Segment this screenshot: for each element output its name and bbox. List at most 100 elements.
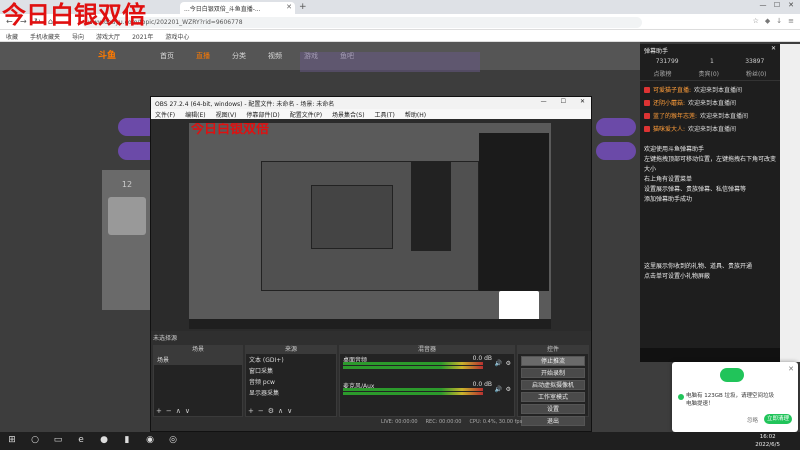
source-item[interactable]: 窗口采集 xyxy=(246,365,336,376)
tab-close-icon[interactable]: ✕ xyxy=(286,3,292,11)
list-item: 还阴小蘑菇: 欢迎来到本直播间 xyxy=(644,98,776,107)
down-icon[interactable]: ∨ xyxy=(185,407,190,415)
danmu-footer xyxy=(640,348,780,362)
status-dot-icon xyxy=(678,394,684,400)
site-nav-item[interactable]: 直播 xyxy=(196,51,210,61)
menu-item[interactable]: 配置文件(P) xyxy=(290,110,322,119)
danmu-assistant-panel: 弹幕助手 ✕ 731799 1 33897 点歌榜 贵宾(0) 粉丝(0) 可爱… xyxy=(640,44,780,362)
speaker-icon[interactable]: 🔊 xyxy=(495,386,502,393)
up-icon[interactable]: ∧ xyxy=(176,407,181,415)
nested-notify xyxy=(499,291,539,321)
url-input[interactable]: www.douyu.com/topic/202201_WZRY?rid=9606… xyxy=(82,17,642,28)
bookmark-item[interactable]: 游戏中心 xyxy=(165,32,189,41)
notification-text: 电脑有 123GB 垃圾，请理空间垃圾电脑提速！ xyxy=(686,393,775,407)
windows-start-icon[interactable]: ⊞ xyxy=(6,435,18,445)
wechat-icon[interactable]: ● xyxy=(98,435,110,445)
stop-streaming-button[interactable]: 停止推流 xyxy=(521,356,585,366)
close-icon[interactable]: ✕ xyxy=(788,365,794,373)
maximize-icon[interactable]: ☐ xyxy=(561,98,566,105)
close-icon[interactable]: ✕ xyxy=(786,1,796,9)
folder-icon[interactable]: ▮ xyxy=(121,435,133,445)
danmu-user[interactable]: 可爱猫子直播: xyxy=(653,85,691,94)
danmu-user[interactable]: 还阴小蘑菇: xyxy=(653,98,685,107)
minimize-icon[interactable]: — xyxy=(541,98,547,105)
browser-tab[interactable]: ...今日白银双倍_斗鱼直播-... ✕ xyxy=(180,2,295,14)
right-edge-panel xyxy=(780,44,800,362)
site-nav-item[interactable]: 视频 xyxy=(268,51,282,61)
obs-window-controls: — ☐ ✕ xyxy=(541,98,585,105)
site-nav-item[interactable]: 首页 xyxy=(160,51,174,61)
danmu-tab[interactable]: 粉丝(0) xyxy=(746,69,767,78)
remove-icon[interactable]: − xyxy=(166,407,172,415)
search-icon[interactable]: ○ xyxy=(29,435,41,445)
sources-dock: 来源 文本 (GDI+) 窗口采集 音频 pcw 显示器采集 + − ⚙ ∧ ∨ xyxy=(245,345,337,417)
extension-icon[interactable]: ◆ xyxy=(765,17,770,25)
remove-icon[interactable]: − xyxy=(258,407,264,415)
bookmark-item[interactable]: 手机收藏夹 xyxy=(30,32,60,41)
menu-icon[interactable]: ≡ xyxy=(788,17,794,25)
purple-button[interactable] xyxy=(596,142,636,160)
speaker-icon[interactable]: 🔊 xyxy=(495,360,502,367)
minimize-icon[interactable]: — xyxy=(758,1,768,9)
gear-icon[interactable]: ⚙ xyxy=(506,360,511,367)
up-icon[interactable]: ∧ xyxy=(278,407,283,415)
obs-status-bar: LIVE: 00:00:00 REC: 00:00:00 CPU: 0.4%, … xyxy=(381,419,522,425)
menu-item[interactable]: 工具(T) xyxy=(375,110,395,119)
source-item[interactable]: 音频 pcw xyxy=(246,376,336,387)
studio-mode-button[interactable]: 工作室模式 xyxy=(521,392,585,402)
scene-item[interactable]: 场景 xyxy=(154,354,242,365)
danmu-user[interactable]: 猫咪爱大人: xyxy=(653,124,685,133)
add-icon[interactable]: + xyxy=(156,407,162,415)
new-tab-icon[interactable]: + xyxy=(299,2,307,12)
badge-icon xyxy=(644,99,650,106)
bookmark-item[interactable]: 导向 xyxy=(72,32,84,41)
menu-item[interactable]: 场景集合(S) xyxy=(332,110,365,119)
scenes-title: 场景 xyxy=(154,346,242,354)
maximize-icon[interactable]: ☐ xyxy=(772,1,782,9)
browser-icon[interactable]: ◉ xyxy=(144,435,156,445)
menu-item[interactable]: 文件(F) xyxy=(155,110,175,119)
close-icon[interactable]: ✕ xyxy=(771,45,776,52)
purple-button[interactable] xyxy=(596,118,636,136)
menu-item[interactable]: 帮助(H) xyxy=(405,110,426,119)
add-icon[interactable]: + xyxy=(248,407,254,415)
taskbar-clock[interactable]: 16:02 2022/6/5 xyxy=(755,433,780,449)
star-icon[interactable]: ☆ xyxy=(753,17,759,25)
obs-icon[interactable]: ◎ xyxy=(167,435,179,445)
start-recording-button[interactable]: 开始录制 xyxy=(521,368,585,378)
bookmark-item[interactable]: 2021年 xyxy=(132,32,153,41)
danmu-user[interactable]: 蓝了的猴年志莲: xyxy=(653,111,697,120)
avatar[interactable] xyxy=(108,197,146,235)
clock-date: 2022/6/5 xyxy=(755,442,780,448)
close-icon[interactable]: ✕ xyxy=(580,98,585,105)
bookmark-item[interactable]: 游戏大厅 xyxy=(96,32,120,41)
obs-preview[interactable]: 今日白银双倍 xyxy=(189,123,551,329)
menu-item[interactable]: 编辑(E) xyxy=(185,110,205,119)
gear-icon[interactable]: ⚙ xyxy=(506,386,511,393)
site-nav-item[interactable]: 分类 xyxy=(232,51,246,61)
site-logo[interactable]: 斗鱼 xyxy=(98,48,116,61)
menu-item[interactable]: 停靠部件(D) xyxy=(246,110,279,119)
edge-browser-icon[interactable]: e xyxy=(75,435,87,445)
source-item[interactable]: 文本 (GDI+) xyxy=(246,354,336,365)
volume-slider[interactable] xyxy=(343,366,483,369)
virtual-camera-button[interactable]: 启动虚拟摄像机 xyxy=(521,380,585,390)
clean-now-button[interactable]: 立即清理 xyxy=(764,414,792,424)
task-view-icon[interactable]: ▭ xyxy=(52,435,64,445)
settings-button[interactable]: 设置 xyxy=(521,404,585,414)
gear-icon[interactable]: ⚙ xyxy=(268,407,274,415)
source-item[interactable]: 显示器采集 xyxy=(246,387,336,398)
danmu-tab[interactable]: 贵宾(0) xyxy=(698,69,719,78)
down-icon[interactable]: ∨ xyxy=(287,407,292,415)
cleanup-notification: ✕ 电脑有 123GB 垃圾，请理空间垃圾电脑提速！ 忽略 立即清理 xyxy=(672,362,798,432)
bookmark-item[interactable]: 收藏 xyxy=(6,32,18,41)
mixer-title: 混音器 xyxy=(340,346,514,354)
download-icon[interactable]: ↓ xyxy=(776,17,782,25)
danmu-tab[interactable]: 点歌榜 xyxy=(653,69,671,78)
exit-button[interactable]: 退出 xyxy=(521,416,585,426)
ignore-link[interactable]: 忽略 xyxy=(747,416,758,424)
no-source-label: 未选择源 xyxy=(153,335,178,342)
volume-slider[interactable] xyxy=(343,392,483,395)
menu-item[interactable]: 视图(V) xyxy=(216,110,237,119)
danmu-gift-hint: 这里展示你收到的礼物、道具、贵族开通 点击单可设置小礼物屏蔽 xyxy=(644,263,753,280)
